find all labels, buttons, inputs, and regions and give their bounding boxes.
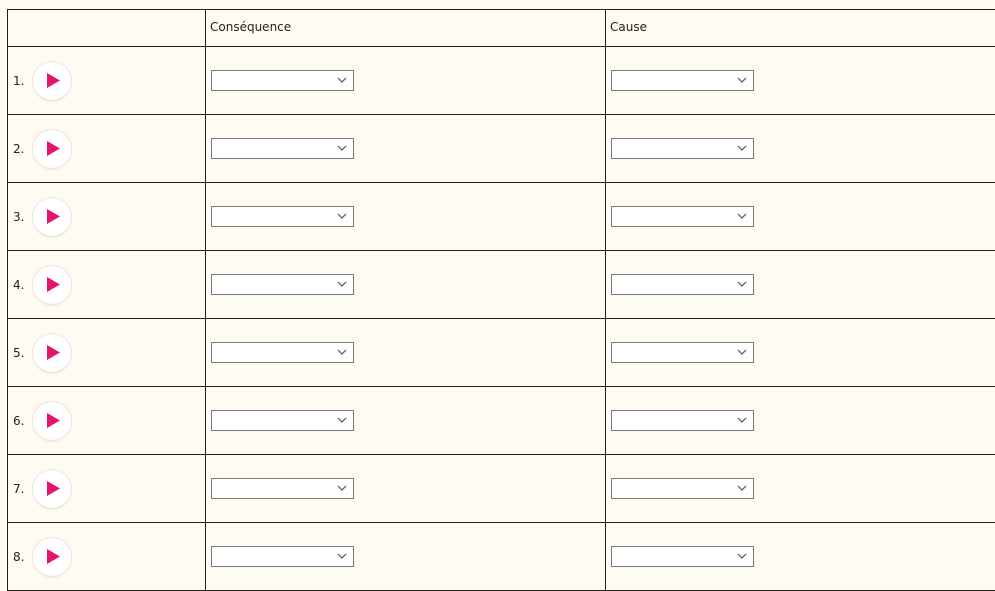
play-audio-button[interactable] [33, 130, 71, 168]
table-row: 3. [8, 183, 995, 251]
cause-cell [606, 47, 995, 115]
chevron-down-icon [337, 484, 347, 492]
cause-select[interactable] [611, 206, 754, 227]
consequence-cell [206, 183, 606, 251]
row-number: 1. [13, 74, 27, 88]
row-number: 7. [13, 482, 27, 496]
cause-cell [606, 387, 995, 455]
chevron-down-icon [737, 552, 747, 560]
consequence-select[interactable] [211, 478, 354, 499]
play-audio-button[interactable] [33, 62, 71, 100]
cause-cell [606, 183, 995, 251]
consequence-select[interactable] [211, 342, 354, 363]
cause-select[interactable] [611, 138, 754, 159]
number-cell: 6. [8, 387, 206, 455]
play-audio-button[interactable] [33, 266, 71, 304]
play-icon [47, 413, 60, 428]
chevron-down-icon [737, 212, 747, 220]
consequence-select[interactable] [211, 546, 354, 567]
chevron-down-icon [737, 348, 747, 356]
chevron-down-icon [337, 416, 347, 424]
row-number: 4. [13, 278, 27, 292]
cause-select[interactable] [611, 546, 754, 567]
exercise-table: Conséquence Cause 1. [7, 9, 995, 591]
table-row: 7. [8, 455, 995, 523]
cause-select[interactable] [611, 342, 754, 363]
consequence-cell [206, 115, 606, 183]
number-cell: 2. [8, 115, 206, 183]
consequence-cell [206, 47, 606, 115]
cause-select[interactable] [611, 70, 754, 91]
play-icon [47, 345, 60, 360]
chevron-down-icon [737, 144, 747, 152]
row-number: 5. [13, 346, 27, 360]
play-audio-button[interactable] [33, 334, 71, 372]
chevron-down-icon [337, 552, 347, 560]
cause-cell [606, 455, 995, 523]
consequence-select[interactable] [211, 274, 354, 295]
header-consequence: Conséquence [206, 10, 606, 47]
chevron-down-icon [337, 280, 347, 288]
table-row: 4. [8, 251, 995, 319]
consequence-cell [206, 251, 606, 319]
number-cell: 5. [8, 319, 206, 387]
number-cell: 3. [8, 183, 206, 251]
cause-cell [606, 319, 995, 387]
number-cell: 4. [8, 251, 206, 319]
table-row: 5. [8, 319, 995, 387]
play-icon [47, 141, 60, 156]
table-row: 8. [8, 523, 995, 591]
play-icon [47, 549, 60, 564]
cause-select[interactable] [611, 274, 754, 295]
play-icon [47, 73, 60, 88]
consequence-select[interactable] [211, 206, 354, 227]
chevron-down-icon [737, 280, 747, 288]
chevron-down-icon [737, 484, 747, 492]
row-number: 8. [13, 550, 27, 564]
cause-select[interactable] [611, 478, 754, 499]
chevron-down-icon [737, 416, 747, 424]
consequence-cell [206, 523, 606, 591]
header-number [8, 10, 206, 47]
cause-select[interactable] [611, 410, 754, 431]
row-number: 3. [13, 210, 27, 224]
number-cell: 1. [8, 47, 206, 115]
play-audio-button[interactable] [33, 402, 71, 440]
number-cell: 7. [8, 455, 206, 523]
number-cell: 8. [8, 523, 206, 591]
consequence-cell [206, 387, 606, 455]
cause-cell [606, 251, 995, 319]
header-cause: Cause [606, 10, 995, 47]
row-number: 2. [13, 142, 27, 156]
table-row: 6. [8, 387, 995, 455]
table-row: 1. [8, 47, 995, 115]
chevron-down-icon [337, 76, 347, 84]
consequence-select[interactable] [211, 70, 354, 91]
play-audio-button[interactable] [33, 198, 71, 236]
chevron-down-icon [337, 348, 347, 356]
chevron-down-icon [337, 212, 347, 220]
consequence-select[interactable] [211, 138, 354, 159]
consequence-cell [206, 319, 606, 387]
play-icon [47, 277, 60, 292]
cause-cell [606, 523, 995, 591]
play-audio-button[interactable] [33, 538, 71, 576]
consequence-select[interactable] [211, 410, 354, 431]
consequence-cell [206, 455, 606, 523]
chevron-down-icon [337, 144, 347, 152]
row-number: 6. [13, 414, 27, 428]
play-audio-button[interactable] [33, 470, 71, 508]
chevron-down-icon [737, 76, 747, 84]
header-row: Conséquence Cause [8, 10, 995, 47]
table-row: 2. [8, 115, 995, 183]
play-icon [47, 209, 60, 224]
cause-cell [606, 115, 995, 183]
play-icon [47, 481, 60, 496]
